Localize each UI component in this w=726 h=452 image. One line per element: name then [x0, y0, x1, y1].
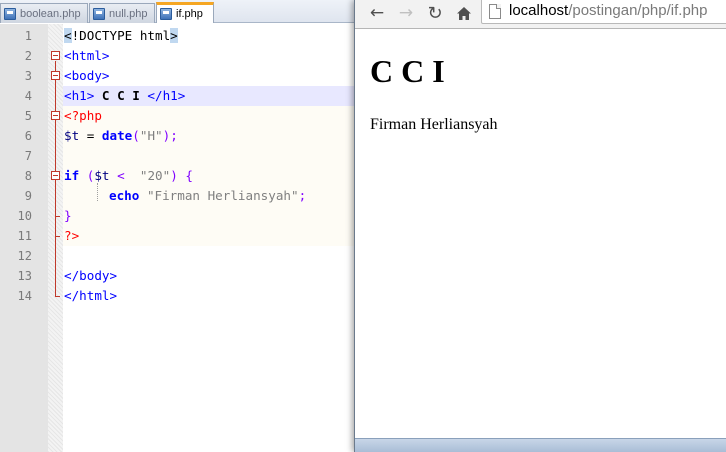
window-frame-bottom	[355, 438, 726, 452]
url-host: localhost	[509, 2, 569, 19]
line-number: 4	[24, 89, 32, 103]
code-token: echo	[109, 188, 140, 203]
address-bar[interactable]: localhost/postingan/php/if.php	[481, 0, 726, 24]
home-button[interactable]	[452, 2, 476, 24]
tab-boolean-php[interactable]: boolean.php	[0, 3, 88, 23]
page-text: Firman Herliansyah	[370, 116, 498, 133]
code-token: date	[101, 128, 133, 143]
tab-label: if.php	[176, 8, 203, 20]
forward-button[interactable]: →	[394, 2, 418, 24]
url-text: localhost/postingan/php/if.php	[509, 2, 707, 20]
line-number: 10	[17, 209, 32, 223]
url-path: /postingan/php/if.php	[568, 2, 708, 19]
line-number: 9	[24, 189, 32, 203]
php-file-icon	[160, 8, 172, 20]
code-token: (	[79, 168, 95, 183]
code-token: =	[79, 128, 102, 143]
code-token: $t	[64, 128, 80, 143]
browser-window: ← → ↻ localhost/postingan/php/if.php C C…	[354, 0, 726, 452]
code-token: "20"	[139, 168, 171, 183]
tab-label: null.php	[109, 7, 148, 20]
code-token: C C I	[94, 88, 148, 103]
tab-if-php[interactable]: if.php	[156, 2, 214, 23]
code-text: ?>	[64, 228, 80, 243]
line-number: 2	[24, 49, 32, 63]
code-token: "H"	[139, 128, 163, 143]
php-file-icon	[93, 7, 105, 20]
page-heading: C C I	[370, 53, 445, 89]
code-token: $t	[94, 168, 110, 183]
code-token: <	[64, 28, 72, 43]
code-text: echo "Firman Herliansyah";	[109, 186, 306, 206]
back-button[interactable]: ←	[365, 2, 389, 24]
code-token: );	[162, 128, 178, 143]
code-token: </h1>	[147, 88, 186, 103]
line-number: 11	[17, 229, 32, 243]
code-token: if	[64, 168, 80, 183]
arrow-right-icon: →	[398, 3, 414, 23]
code-token: ;	[298, 188, 307, 203]
page-viewport: C C I Firman Herliansyah	[355, 30, 726, 438]
reload-icon: ↻	[427, 2, 443, 24]
code-text: </body>	[64, 268, 118, 283]
page-icon	[489, 4, 501, 19]
arrow-left-icon: ←	[369, 3, 385, 23]
code-text: <h1> C C I </h1>	[64, 86, 185, 106]
php-file-icon	[4, 7, 16, 20]
code-token: <	[109, 168, 140, 183]
code-token: >	[170, 28, 178, 43]
tab-null-php[interactable]: null.php	[89, 3, 155, 23]
line-number: 14	[17, 289, 32, 303]
code-text: }	[64, 208, 72, 223]
browser-toolbar: ← → ↻ localhost/postingan/php/if.php	[355, 0, 726, 29]
code-text: <!DOCTYPE html>	[64, 26, 178, 46]
line-number: 12	[17, 249, 32, 263]
code-text: <body>	[64, 68, 110, 83]
line-number: 3	[24, 69, 32, 83]
line-number: 5	[24, 109, 32, 123]
code-token: "Firman Herliansyah"	[146, 188, 299, 203]
line-number: 8	[24, 169, 32, 183]
line-number: 7	[24, 149, 32, 163]
tab-label: boolean.php	[20, 7, 81, 20]
code-token: ) {	[170, 168, 193, 183]
reload-button[interactable]: ↻	[423, 2, 447, 24]
home-icon	[457, 6, 471, 20]
code-text: $t = date("H");	[64, 126, 178, 146]
line-number: 1	[24, 29, 32, 43]
line-number: 13	[17, 269, 32, 283]
code-text: <?php	[64, 108, 102, 123]
code-token: (	[132, 128, 140, 143]
code-token: !DOCTYPE html	[71, 28, 171, 43]
code-token: <h1>	[64, 88, 95, 103]
code-text: if ($t < "20") {	[64, 166, 193, 186]
code-text: </html>	[64, 288, 118, 303]
line-number: 6	[24, 129, 32, 143]
code-text: <html>	[64, 48, 110, 63]
